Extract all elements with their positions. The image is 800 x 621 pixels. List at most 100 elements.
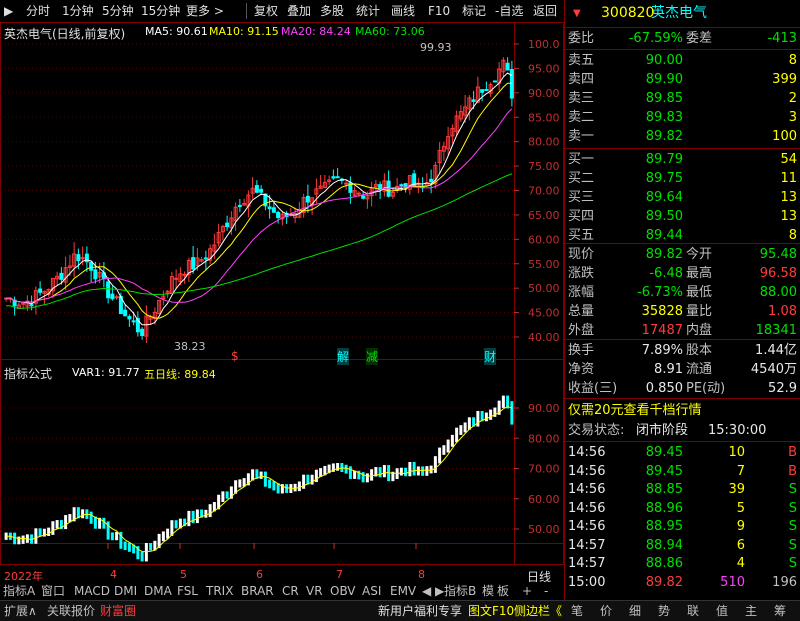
status-bar: 扩展∧ 关联报价 财富圈 新用户福利专享 图文F10 侧边栏《 笔 价 细 势 … (0, 600, 800, 621)
candle-body (335, 176, 340, 179)
wealth-circle-button[interactable]: 财富圈 (100, 603, 136, 619)
tab-window[interactable]: 窗口 (41, 583, 65, 599)
overlay-button[interactable]: 叠加 (287, 3, 311, 19)
mark-button[interactable]: 标记 (462, 3, 486, 19)
expand-button[interactable]: 扩展∧ (4, 603, 37, 619)
multi-stock-button[interactable]: 多股 (320, 3, 344, 19)
draw-line-button[interactable]: 画线 (391, 3, 415, 19)
tick-volume: 4 (736, 556, 745, 571)
indicator-bar (174, 520, 178, 529)
tab-cr[interactable]: CR (282, 583, 299, 599)
side-tab-value[interactable]: 值 (716, 603, 728, 619)
adjust-button[interactable]: 复权 (254, 3, 278, 19)
promo-row[interactable]: 仅需20元查看千档行情 (565, 401, 800, 420)
tab-dmi[interactable]: DMI (114, 583, 137, 599)
side-tab-ticks[interactable]: 笔 (571, 603, 583, 619)
tab-intraday[interactable]: 分时 (26, 3, 50, 19)
candle-body (267, 206, 272, 210)
graphic-f10-button[interactable]: 图文F10 (468, 603, 514, 619)
indicator-bar (404, 467, 408, 477)
indicator-tick-label: 50.00 (528, 523, 560, 536)
new-user-benefit-link[interactable]: 新用户福利专享 (378, 603, 462, 619)
sell-level-row: 卖五 90.00 8 (565, 51, 800, 70)
kline-chart[interactable]: 100.0 95.00 90.00 85.00 80.00 75.00 70.00 65.00… (0, 22, 564, 565)
tab-asi[interactable]: ASI (362, 583, 381, 599)
stat-value: -6.48 (649, 266, 683, 281)
watchlist-button[interactable]: -自选 (495, 3, 523, 19)
fund-label: 换手 (568, 343, 595, 358)
tab-board[interactable]: 板 (497, 583, 509, 599)
kline-chart-area[interactable]: 100.0 95.00 90.00 85.00 80.00 75.00 70.00 65.00… (0, 22, 564, 584)
sidebar-toggle-button[interactable]: 侧边栏《 (514, 603, 562, 619)
stat-label: 涨幅 (568, 285, 595, 300)
ma60-label: MA60: 73.06 (355, 25, 425, 38)
quote-panel: ▼ 300820 英杰电气 委比 -67.59% 委差 -413 卖五 90.00… (564, 0, 800, 600)
stats-button[interactable]: 统计 (356, 3, 380, 19)
candle-body (471, 99, 476, 102)
unlock-marker[interactable]: 解 (337, 348, 350, 365)
tab-macd[interactable]: MACD (74, 583, 110, 599)
tab-obv[interactable]: OBV (330, 583, 356, 599)
indicator-bar (38, 528, 42, 537)
toolbar-menu-icon[interactable]: ▶ (4, 3, 13, 19)
side-tab-price[interactable]: 价 (600, 603, 612, 619)
side-tab-main[interactable]: 主 (745, 603, 757, 619)
candle-body (505, 62, 510, 71)
tab-brar[interactable]: BRAR (241, 583, 274, 599)
stock-name[interactable]: 英杰电气 (651, 4, 707, 23)
tab-template[interactable]: 模 (482, 583, 494, 599)
indicator-bar (140, 551, 144, 562)
tab-scroll-icon[interactable]: ◀ ▶ (422, 583, 444, 599)
zoom-in-button[interactable]: + (522, 583, 532, 599)
sell-level-row: 卖三 89.85 2 (565, 89, 800, 108)
side-tab-trend[interactable]: 势 (658, 603, 670, 619)
reduce-marker[interactable]: 减 (366, 348, 379, 365)
sell-level-volume: 8 (788, 53, 797, 68)
side-tab-chips[interactable]: 筹 (774, 603, 786, 619)
indicator-tabs: 指标A 窗口 MACD DMI DMA FSL TRIX BRAR CR VR … (0, 582, 564, 600)
side-tab-detail[interactable]: 细 (629, 603, 641, 619)
f10-button[interactable]: F10 (428, 3, 450, 19)
back-button[interactable]: 返回 (533, 3, 557, 19)
stat-value: 17487 (641, 323, 683, 338)
var1-label: VAR1: 91.77 (72, 366, 140, 379)
ma20-label: MA20: 84.24 (281, 25, 351, 38)
stock-expand-icon[interactable]: ▼ (573, 4, 581, 23)
buy-level-price: 89.50 (645, 209, 683, 224)
tab-trix[interactable]: TRIX (206, 583, 233, 599)
tab-emv[interactable]: EMV (390, 583, 416, 599)
stat-row: 涨幅 -6.73% 最低 88.00 (565, 283, 800, 302)
dividend-marker[interactable]: $ (231, 349, 239, 363)
finance-marker[interactable]: 财 (484, 348, 497, 365)
yaxis-tick-label: 100.0 (528, 38, 560, 51)
tab-indicator-b[interactable]: 指标B (444, 583, 476, 599)
tab-15min[interactable]: 15分钟 (141, 3, 180, 19)
indicator-bar (47, 527, 51, 537)
tab-indicator-a[interactable]: 指标A (3, 583, 35, 599)
tab-1min[interactable]: 1分钟 (62, 3, 94, 19)
stat-label-2: 今开 (686, 247, 713, 262)
zoom-out-button[interactable]: - (544, 583, 548, 599)
tab-fsl[interactable]: FSL (177, 583, 198, 599)
indicator-bar (161, 531, 165, 542)
stat-label-2: 最高 (686, 266, 713, 281)
indicator-bar (399, 467, 403, 476)
side-tab-linked[interactable]: 联 (687, 603, 699, 619)
promo-text[interactable]: 仅需20元查看千档行情 (568, 401, 702, 420)
candle-body (110, 293, 115, 300)
tab-more[interactable]: 更多 > (186, 3, 224, 19)
yaxis-tick-label: 50.00 (528, 282, 560, 295)
yaxis-tick-label: 65.00 (528, 209, 560, 222)
tab-5min[interactable]: 5分钟 (102, 3, 134, 19)
weicha-value: -413 (767, 31, 797, 46)
related-quote-button[interactable]: 关联报价 (47, 603, 95, 619)
tab-dma[interactable]: DMA (144, 583, 172, 599)
tab-vr[interactable]: VR (306, 583, 323, 599)
indicator-bar (442, 445, 446, 455)
buy-level-row: 买四 89.50 13 (565, 207, 800, 226)
sell-level-label: 卖五 (568, 53, 595, 68)
stat-label: 现价 (568, 247, 595, 262)
sell-level-price: 90.00 (645, 53, 683, 68)
tick-list[interactable]: 14:56 89.45 10 B 14:56 89.45 7 B 14:56 88.85 39 S 14… (565, 443, 800, 593)
indicator-title[interactable]: 指标公式 (4, 365, 52, 382)
